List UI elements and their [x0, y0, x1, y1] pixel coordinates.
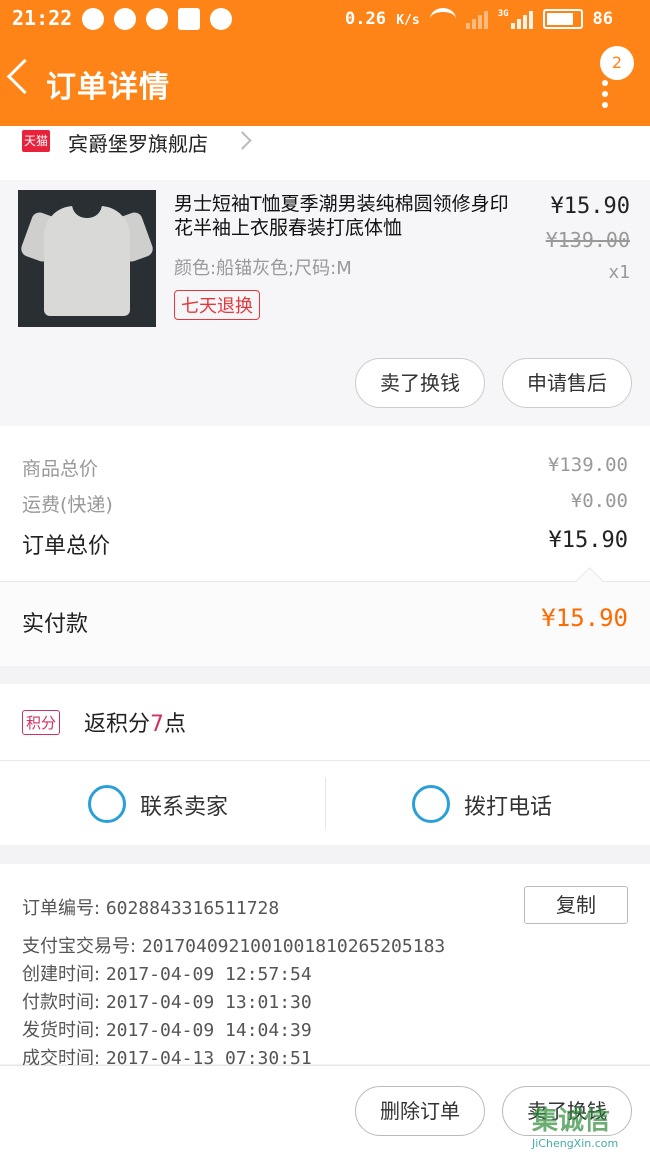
shipping-label: 运费(快递) [22, 494, 113, 516]
shop-bar[interactable]: 天猫 宾爵堡罗旗舰店 [0, 126, 650, 181]
after-sales-button[interactable]: 申请售后 [502, 358, 632, 408]
return-policy-tag: 七天退换 [174, 290, 260, 320]
order-number-row: 订单编号: 6028843316511728 [22, 894, 279, 920]
notification-icons [82, 8, 232, 30]
order-info: 订单编号: 6028843316511728 复制 支付宝交易号: 201704… [0, 864, 650, 1069]
status-right: 0.26 K/s 3G 86 [345, 8, 613, 30]
product-price: ¥15.90 [550, 194, 630, 219]
sell-button[interactable]: 卖了换钱 [355, 358, 485, 408]
app-icon [114, 8, 136, 30]
message-count-badge[interactable]: 2 [600, 46, 634, 80]
paid-time-row: 付款时间: 2017-04-09 13:01:30 [22, 988, 312, 1014]
product-title[interactable]: 男士短袖T恤夏季潮男装纯棉圆领修身印花半袖上衣服春装打底体恤 [174, 192, 524, 240]
points-tag: 积分 [22, 710, 61, 735]
shipping-value: ¥0.00 [570, 490, 628, 512]
paid-value: ¥15.90 [541, 604, 628, 632]
status-time: 21:22 [12, 6, 73, 30]
shipped-row: 发货时间: 2017-04-09 14:04:39 [22, 1016, 312, 1042]
browser-icon [146, 8, 168, 30]
contact-bar: 联系卖家 拨打电话 [0, 761, 650, 845]
alipay-number: 2017040921001001810265205183 [141, 936, 446, 957]
order-item: 男士短袖T恤夏季潮男装纯棉圆领修身印花半袖上衣服春装打底体恤 颜色:船锚灰色;尺… [0, 180, 650, 426]
more-menu-icon[interactable] [602, 80, 608, 113]
created-time: 2017-04-09 12:57:54 [105, 964, 312, 985]
delete-order-button[interactable]: 删除订单 [355, 1086, 485, 1136]
points-prefix: 返积分 [84, 712, 151, 737]
alipay-label: 支付宝交易号: [22, 936, 137, 957]
wifi-icon [429, 8, 456, 30]
watermark-url: JiChengXin.com [532, 1137, 619, 1150]
back-arrow-icon[interactable] [6, 58, 43, 95]
tmall-logo: 天猫 [22, 130, 50, 152]
message-icon [82, 8, 104, 30]
signal-icon [465, 9, 488, 29]
battery-icon [542, 9, 583, 29]
network-speed: 0.26 [345, 9, 386, 29]
goods-total-label: 商品总价 [22, 458, 99, 480]
phone-icon[interactable] [412, 785, 450, 823]
call-seller-button[interactable]: 拨打电话 [464, 789, 552, 821]
paid-amount-row: 实付款 ¥15.90 [0, 567, 650, 666]
order-total-value: ¥15.90 [548, 528, 628, 553]
speed-unit: K/s [396, 13, 420, 28]
product-quantity: x1 [608, 262, 630, 283]
alipay-row: 支付宝交易号: 2017040921001001810265205183 [22, 932, 445, 958]
chat-smile-icon[interactable] [88, 785, 126, 823]
battery-level: 86 [592, 9, 614, 29]
goods-total-value: ¥139.00 [547, 454, 628, 476]
contact-seller-button[interactable]: 联系卖家 [140, 789, 228, 821]
product-thumbnail[interactable] [18, 190, 156, 327]
order-number: 6028843316511728 [105, 898, 280, 919]
points-text: 返积分7点 [84, 706, 186, 738]
points-row: 积分 返积分7点 [0, 684, 650, 761]
original-price: ¥139.00 [545, 228, 630, 252]
product-spec: 颜色:船锚灰色;尺码:M [174, 258, 352, 279]
watermark-logo: 集诚信 [532, 1106, 611, 1136]
signal-3g-icon: 3G [498, 9, 533, 29]
points-count: 7 [150, 712, 165, 737]
wechat-icon [210, 8, 232, 30]
price-summary: 商品总价 ¥139.00 运费(快递) ¥0.00 订单总价 ¥15.90 [0, 426, 650, 581]
order-total-label: 订单总价 [22, 534, 111, 559]
created-label: 创建时间: [22, 964, 101, 985]
shop-name[interactable]: 宾爵堡罗旗舰店 [68, 128, 208, 157]
created-row: 创建时间: 2017-04-09 12:57:54 [22, 960, 312, 986]
image-icon [178, 8, 200, 30]
chevron-right-icon [233, 131, 252, 150]
page-title: 订单详情 [46, 70, 170, 105]
paid-label: 实付款 [22, 612, 89, 637]
divider [325, 777, 326, 829]
paid-time: 2017-04-09 13:01:30 [105, 992, 312, 1013]
copy-button[interactable]: 复制 [524, 886, 628, 924]
points-suffix: 点 [164, 712, 187, 737]
shirt-body [44, 206, 130, 316]
shipped-label: 发货时间: [22, 1020, 101, 1041]
network-type: 3G [497, 9, 509, 19]
shipped-time: 2017-04-09 14:04:39 [105, 1020, 312, 1041]
order-number-label: 订单编号: [22, 898, 101, 919]
paid-time-label: 付款时间: [22, 992, 101, 1013]
app-header: 订单详情 2 [0, 40, 650, 126]
status-bar: 21:22 0.26 K/s 3G 86 [0, 0, 650, 40]
